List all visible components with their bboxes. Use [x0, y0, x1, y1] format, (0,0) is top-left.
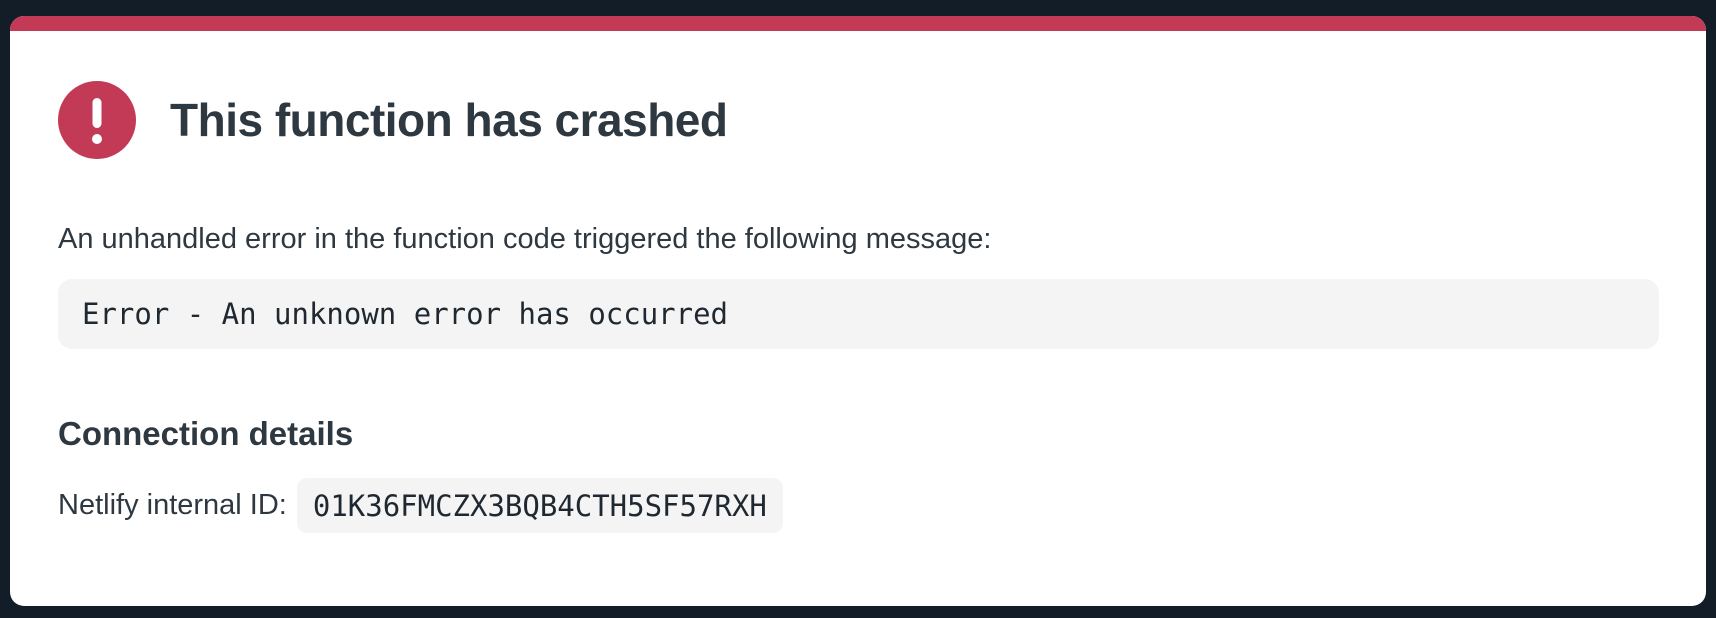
error-message-box: Error - An unknown error has occurred — [58, 279, 1659, 349]
exclamation-circle-icon — [58, 81, 136, 159]
connection-details-heading: Connection details — [58, 415, 354, 452]
internal-id-chip: 01K36FMCZX3BQB4CTH5SF57RXH — [296, 478, 783, 533]
error-card: This function has crashed An unhandled e… — [10, 16, 1706, 606]
error-message: Error - An unknown error has occurred — [82, 297, 729, 331]
internal-id-value: 01K36FMCZX3BQB4CTH5SF57RXH — [312, 488, 767, 523]
internal-id-row: Netlify internal ID: 01K36FMCZX3BQB4CTH5… — [58, 478, 783, 533]
internal-id-label: Netlify internal ID: — [58, 489, 287, 521]
error-header: This function has crashed — [58, 81, 728, 159]
error-description: An unhandled error in the function code … — [58, 223, 992, 255]
page-title: This function has crashed — [170, 94, 728, 146]
top-accent-bar — [10, 16, 1706, 31]
